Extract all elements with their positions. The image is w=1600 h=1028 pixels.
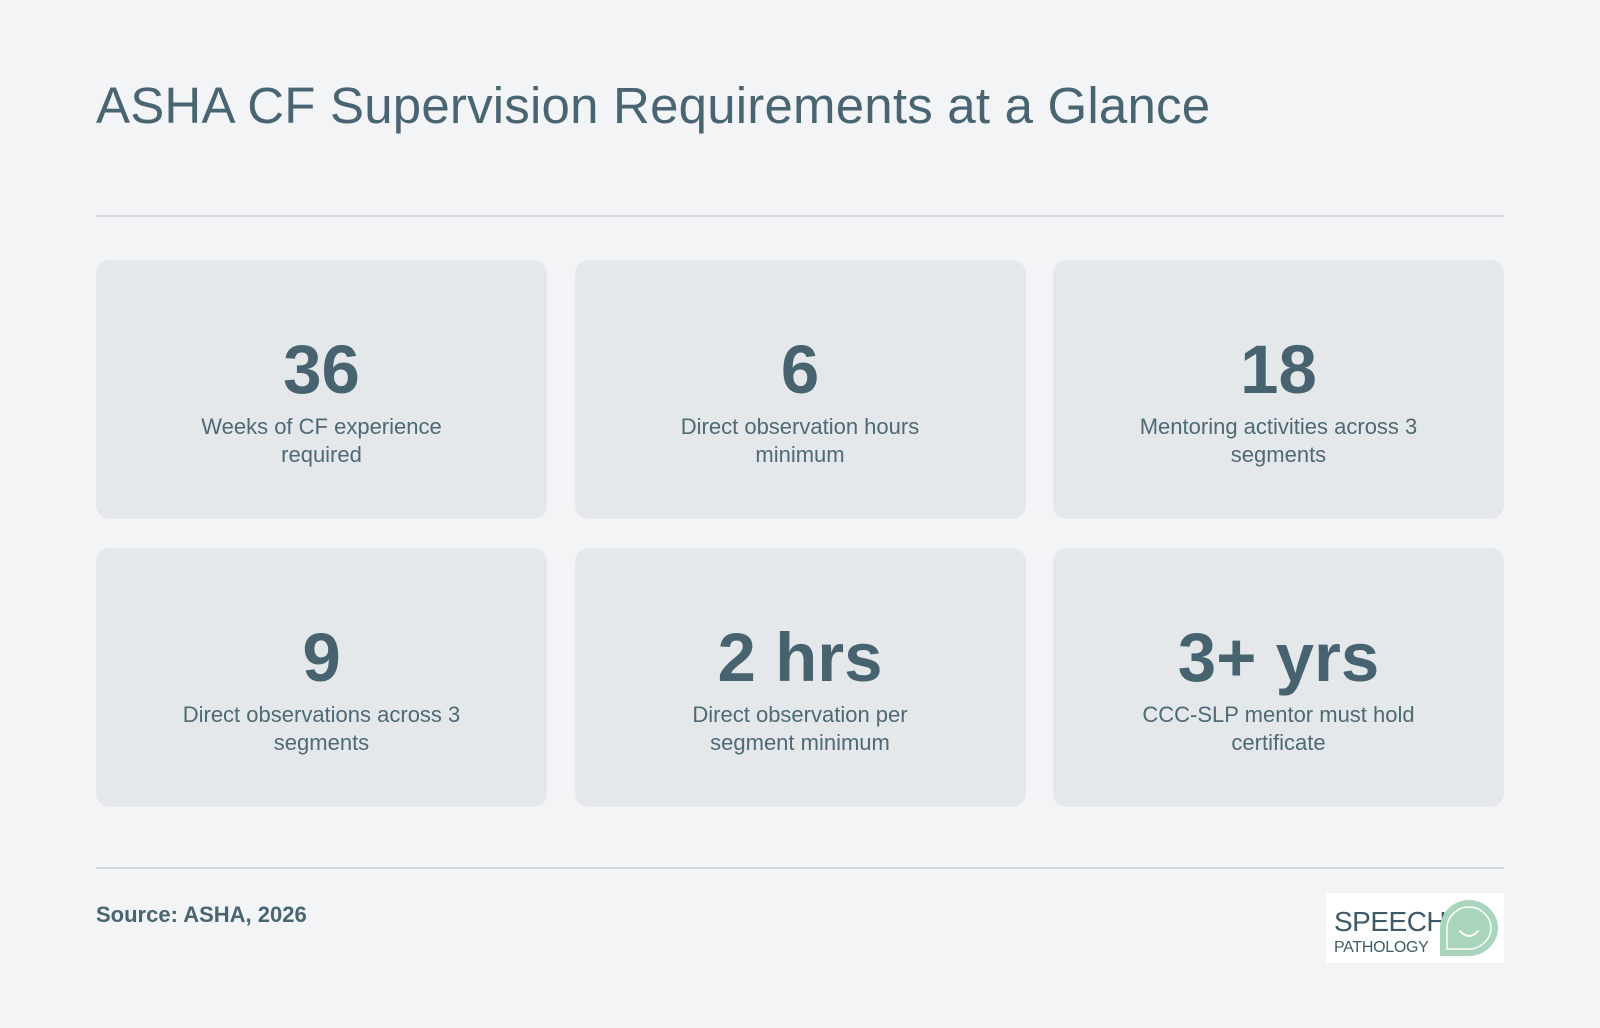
stat-card-segment-hours: 2 hrs Direct observation per segment min… — [574, 548, 1026, 807]
stat-value: 6 — [780, 331, 820, 408]
stat-label: CCC-SLP mentor must hold certificate — [1142, 702, 1415, 755]
stat-label: Mentoring activities across 3 segments — [1139, 414, 1418, 467]
stat-label: Direct observations across 3 segments — [182, 702, 461, 755]
stats-grid: 36 Weeks of CF experience required 6 Dir… — [96, 260, 1504, 807]
speech-bubble-smile-icon — [1440, 900, 1498, 956]
source-note: Source: ASHA, 2026 — [96, 902, 307, 927]
stat-label: Direct observation per segment minimum — [692, 702, 908, 755]
stat-card-direct-observations: 9 Direct observations across 3 segments — [96, 548, 547, 807]
stat-label: Weeks of CF experience required — [201, 414, 442, 467]
bottom-divider — [96, 867, 1504, 869]
stat-value: 9 — [302, 619, 341, 696]
stat-card-weeks: 36 Weeks of CF experience required — [96, 260, 547, 519]
page-title: ASHA CF Supervision Requirements at a Gl… — [96, 77, 1211, 134]
stat-value: 36 — [283, 331, 360, 408]
stat-value: 3+ yrs — [1177, 619, 1380, 696]
logo-text-pathology: PATHOLOGY — [1334, 939, 1429, 956]
stat-card-mentor-years: 3+ yrs CCC-SLP mentor must hold certific… — [1053, 548, 1504, 807]
speech-pathology-logo: SPEECH PATHOLOGY — [1326, 893, 1504, 963]
stat-card-observation-hours: 6 Direct observation hours minimum — [574, 260, 1026, 519]
stat-value: 18 — [1240, 331, 1317, 408]
logo-text-speech: SPEECH — [1334, 906, 1447, 937]
infographic-page: ASHA CF Supervision Requirements at a Gl… — [96, 0, 1504, 1028]
stat-value: 2 hrs — [717, 619, 883, 696]
stat-label: Direct observation hours minimum — [680, 414, 920, 467]
top-divider — [96, 215, 1504, 217]
stat-card-mentoring-activities: 18 Mentoring activities across 3 segment… — [1053, 260, 1504, 519]
